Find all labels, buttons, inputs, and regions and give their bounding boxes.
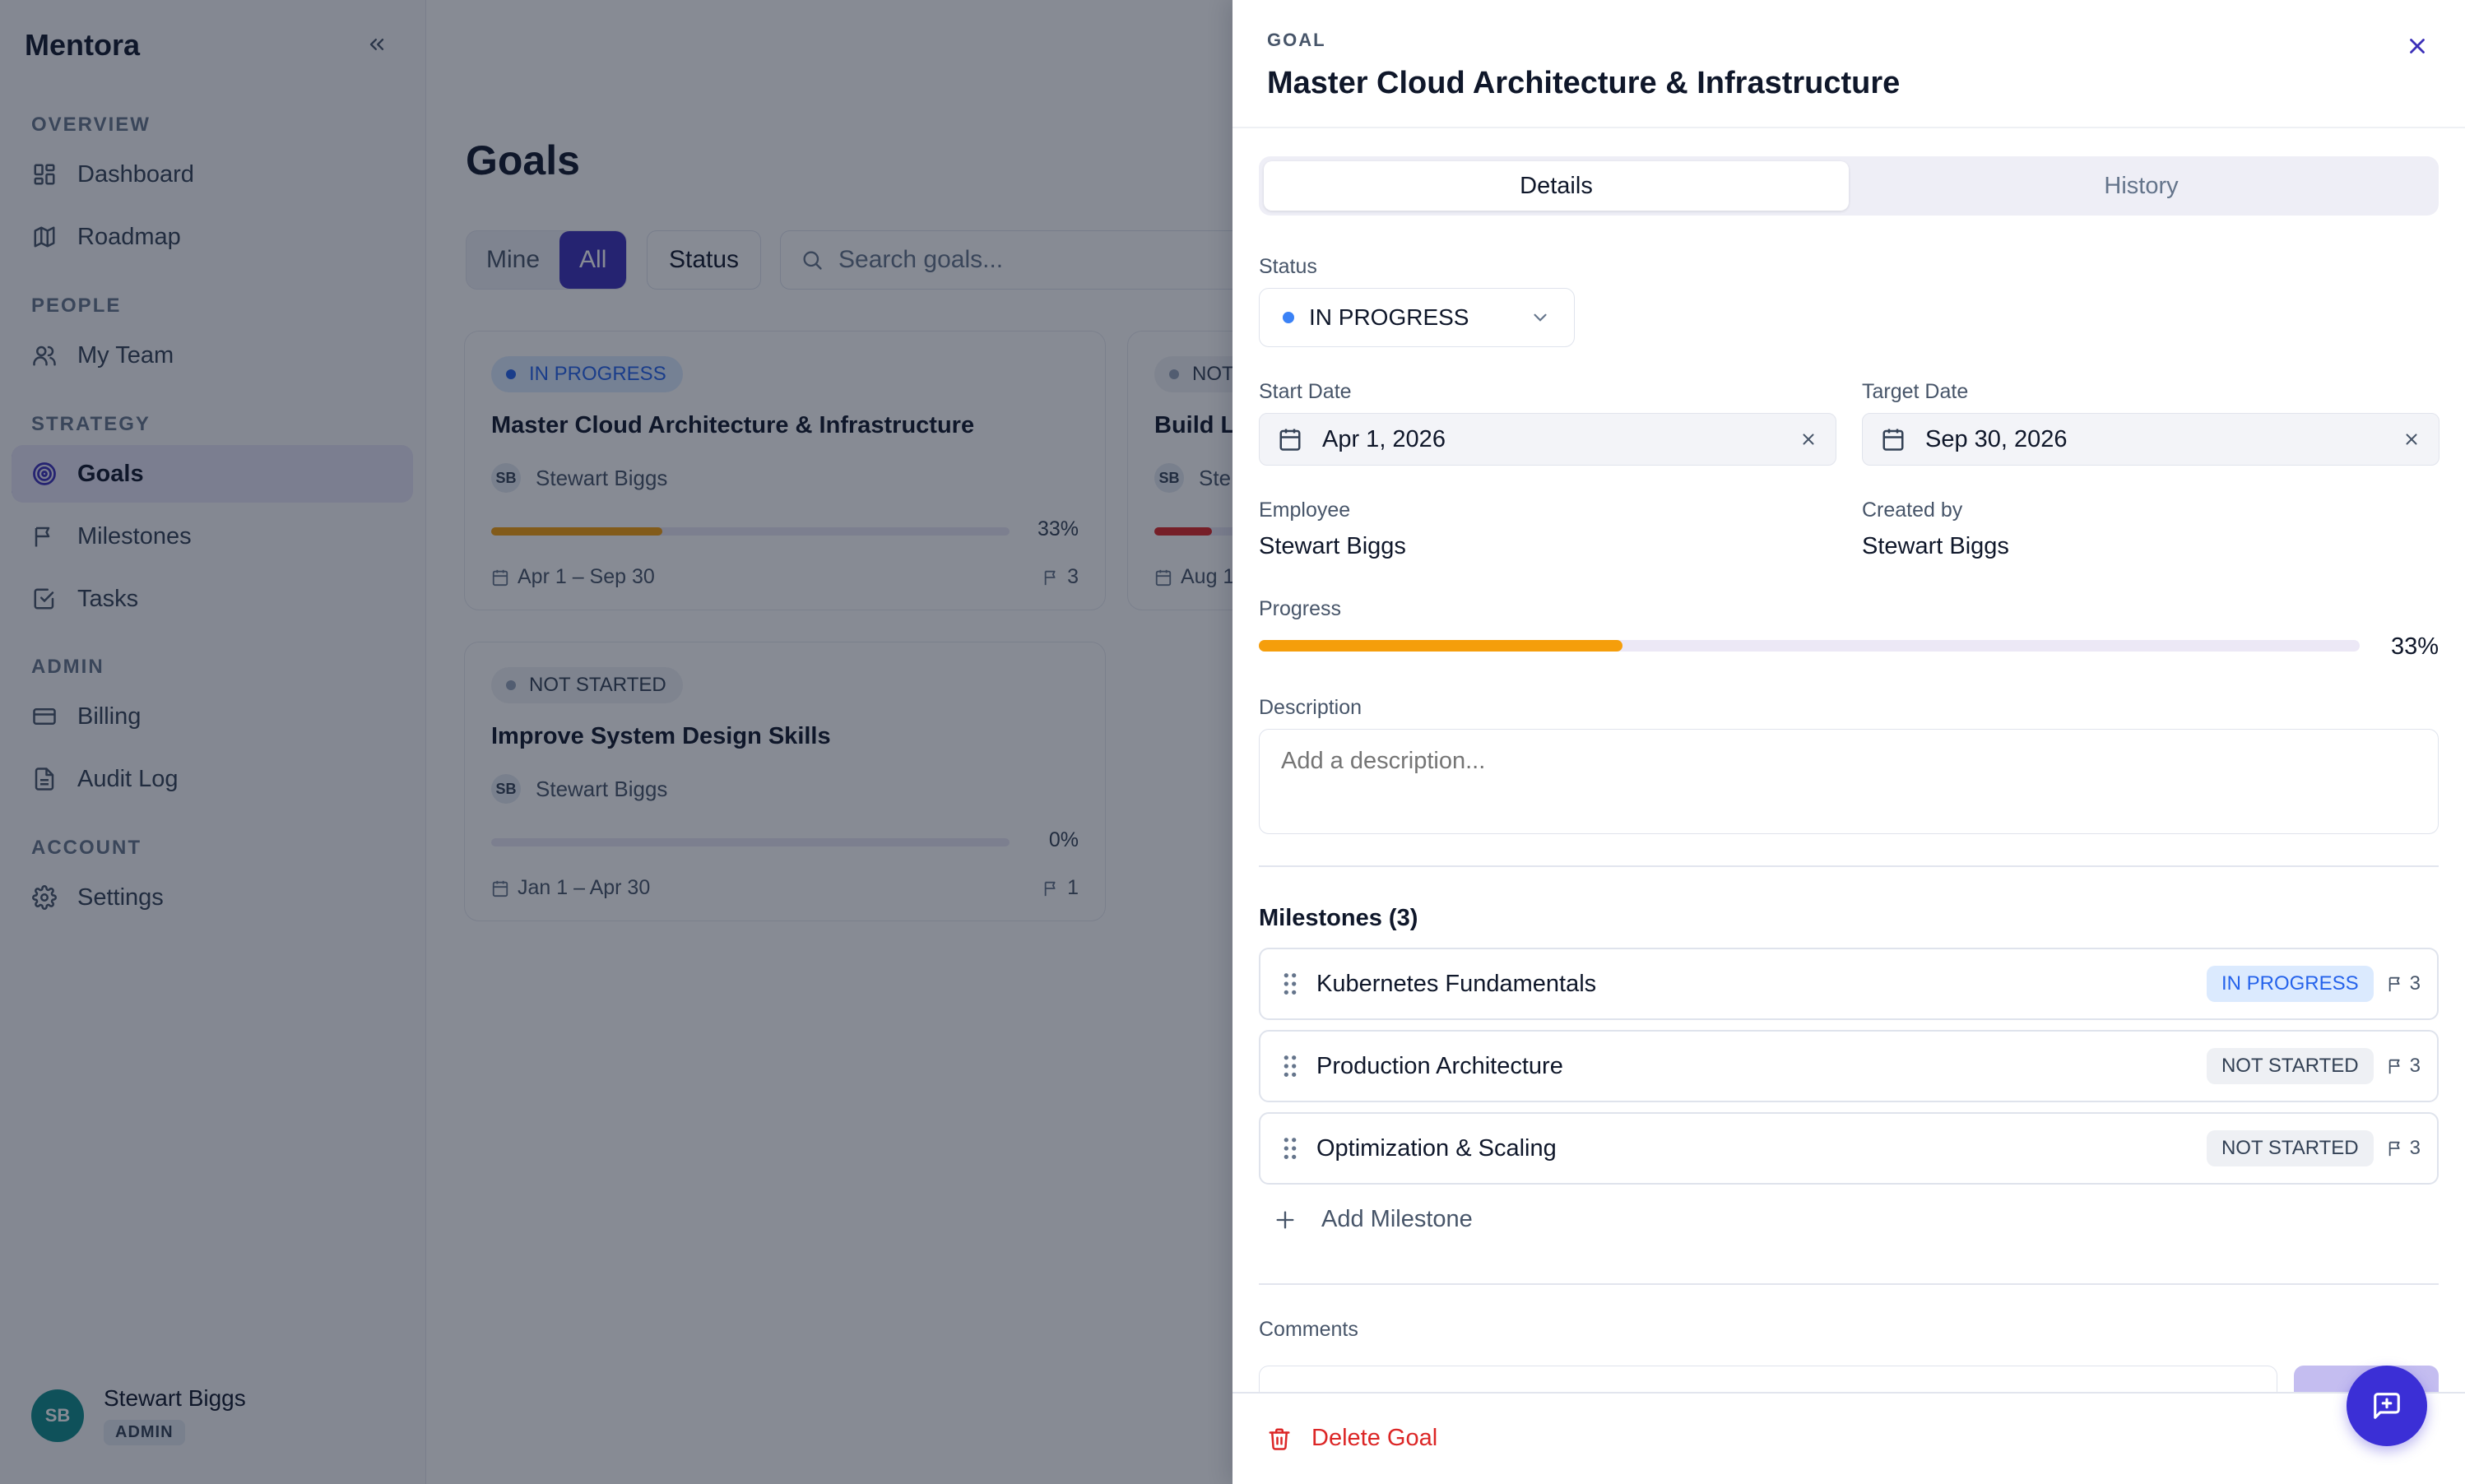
employee-label: Employee — [1259, 499, 1351, 522]
flag-icon — [2388, 976, 2400, 992]
milestone-count-label: 3 — [2409, 972, 2421, 995]
grip-vertical-icon[interactable] — [1282, 972, 1298, 996]
clear-start-date-icon[interactable] — [1799, 430, 1817, 448]
tab-details[interactable]: Details — [1264, 161, 1849, 211]
target-date-value: Sep 30, 2026 — [1925, 425, 2068, 452]
milestone-row[interactable]: Production Architecture NOT STARTED 3 — [1259, 1030, 2439, 1102]
drawer-kicker: GOAL — [1267, 30, 1326, 50]
grip-vertical-icon[interactable] — [1282, 1054, 1298, 1078]
milestone-count-label: 3 — [2409, 1137, 2421, 1159]
description-input[interactable] — [1259, 729, 2439, 834]
message-square-icon — [2374, 1393, 2400, 1419]
chevron-down-icon — [1530, 307, 1551, 328]
delete-goal-button[interactable]: Delete Goal — [1267, 1425, 1437, 1452]
plus-icon — [1274, 1208, 1297, 1231]
status-value: IN PROGRESS — [1309, 304, 1469, 330]
target-date-field[interactable]: Sep 30, 2026 — [1862, 413, 2439, 466]
calendar-icon — [1881, 427, 1906, 452]
start-date-value: Apr 1, 2026 — [1322, 425, 1446, 452]
employee-value: Stewart Biggs — [1259, 533, 1406, 559]
chat-button[interactable] — [2347, 1366, 2427, 1446]
close-icon[interactable] — [2401, 30, 2434, 63]
milestone-row[interactable]: Kubernetes Fundamentals IN PROGRESS 3 — [1259, 948, 2439, 1020]
drawer-tabs: Details History — [1259, 156, 2439, 216]
target-date-label: Target Date — [1862, 380, 1969, 403]
goal-detail-drawer: GOAL Master Cloud Architecture & Infrast… — [1232, 0, 2465, 1484]
divider — [1259, 1283, 2439, 1285]
progress-label: Progress — [1259, 597, 1342, 620]
drawer-footer: Delete Goal — [1232, 1392, 2465, 1484]
add-milestone-button[interactable]: Add Milestone — [1274, 1206, 1473, 1233]
progress-bar — [1259, 640, 2360, 652]
milestone-name: Kubernetes Fundamentals — [1316, 970, 1597, 997]
status-select[interactable]: IN PROGRESS — [1259, 288, 1575, 347]
delete-goal-label: Delete Goal — [1311, 1425, 1438, 1451]
grip-vertical-icon[interactable] — [1282, 1136, 1298, 1161]
flag-icon — [2388, 1059, 2400, 1074]
milestone-count-label: 3 — [2409, 1055, 2421, 1077]
progress-percent: 33% — [2390, 633, 2439, 660]
created-by-value: Stewart Biggs — [1862, 533, 2009, 559]
description-label: Description — [1259, 696, 1362, 719]
milestone-task-count: 3 — [2387, 972, 2421, 995]
comments-label: Comments — [1259, 1318, 1358, 1341]
divider — [1232, 127, 2465, 128]
divider — [1259, 865, 2439, 867]
milestone-task-count: 3 — [2387, 1137, 2421, 1160]
start-date-field[interactable]: Apr 1, 2026 — [1259, 413, 1836, 466]
status-badge: NOT STARTED — [2206, 1048, 2374, 1084]
modal-backdrop[interactable] — [0, 0, 1232, 1484]
clear-target-date-icon[interactable] — [2402, 430, 2421, 448]
status-badge: IN PROGRESS — [2206, 966, 2374, 1002]
milestone-name: Optimization & Scaling — [1316, 1134, 1557, 1162]
status-label: Status — [1259, 255, 1317, 278]
milestone-row[interactable]: Optimization & Scaling NOT STARTED 3 — [1259, 1112, 2439, 1185]
status-dot — [1283, 312, 1294, 323]
milestones-heading: Milestones (3) — [1259, 905, 1418, 931]
add-milestone-label: Add Milestone — [1321, 1206, 1473, 1232]
created-by-label: Created by — [1862, 499, 1963, 522]
start-date-label: Start Date — [1259, 380, 1352, 403]
calendar-icon — [1278, 427, 1302, 452]
status-badge: NOT STARTED — [2206, 1130, 2374, 1166]
milestone-task-count: 3 — [2387, 1055, 2421, 1078]
tab-history[interactable]: History — [1849, 161, 2434, 211]
drawer-title: Master Cloud Architecture & Infrastructu… — [1267, 66, 1901, 100]
progress-fill — [1259, 640, 1622, 652]
flag-icon — [2388, 1141, 2400, 1157]
milestone-name: Production Architecture — [1316, 1052, 1563, 1079]
trash-icon — [1267, 1426, 1292, 1451]
